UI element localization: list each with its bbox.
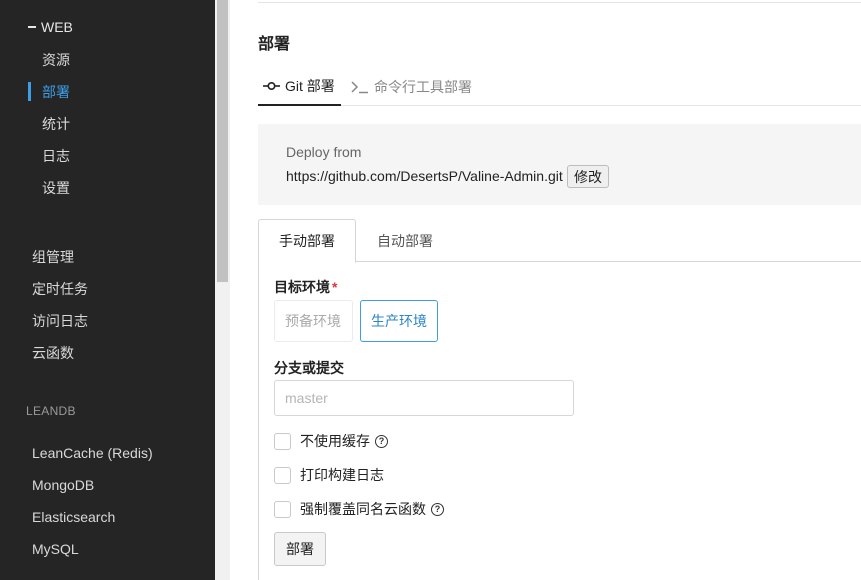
print-build-log-checkbox[interactable] <box>274 466 291 484</box>
tab-label: 命令行工具部署 <box>374 79 472 95</box>
sidebar-group-label: WEB <box>41 19 73 35</box>
main-content: 部署 Git 部署 命令行工具部署 Deploy from https://gi… <box>230 0 861 580</box>
sidebar-item-elasticsearch[interactable]: Elasticsearch <box>32 509 115 525</box>
tab-git-deploy[interactable]: Git 部署 <box>258 68 341 106</box>
sidebar-item-access-logs[interactable]: 访问日志 <box>32 311 88 331</box>
sidebar-item-leancache[interactable]: LeanCache (Redis) <box>32 445 153 461</box>
force-overwrite-label: 强制覆盖同名云函数 <box>300 501 426 517</box>
sidebar-item-settings[interactable]: 设置 <box>42 178 70 198</box>
sidebar-item-deploy[interactable]: 部署 <box>42 82 70 102</box>
no-cache-label: 不使用缓存 <box>300 433 370 449</box>
sidebar-item-stats[interactable]: 统计 <box>42 114 70 134</box>
page-title: 部署 <box>258 36 291 53</box>
branch-label: 分支或提交 <box>274 360 344 376</box>
print-build-log-label: 打印构建日志 <box>300 467 384 483</box>
deploy-mode-tabs: 手动部署 自动部署 <box>258 219 861 263</box>
target-env-label-text: 目标环境 <box>274 279 330 295</box>
print-build-log-option[interactable]: 打印构建日志 <box>274 465 384 485</box>
deploy-from-label: Deploy from <box>286 144 362 160</box>
sidebar-item-logs[interactable]: 日志 <box>42 146 70 166</box>
edit-repository-button[interactable]: 修改 <box>567 165 609 188</box>
git-commit-icon <box>263 81 280 91</box>
env-staging-option[interactable]: 预备环境 <box>274 300 353 342</box>
tab-auto-deploy[interactable]: 自动部署 <box>356 219 454 262</box>
help-icon[interactable]: ? <box>431 502 444 516</box>
target-env-label: 目标环境 * <box>274 277 337 297</box>
sidebar-section-leandb: LEANDB <box>26 404 76 418</box>
sidebar: WEB 资源 部署 统计 日志 设置 组管理 定时任务 访问日志 云函数 LEA… <box>0 0 215 580</box>
required-mark: * <box>332 279 338 295</box>
tab-cli-deploy[interactable]: 命令行工具部署 <box>351 68 472 106</box>
deploy-method-tabs: Git 部署 命令行工具部署 <box>258 68 861 106</box>
active-indicator <box>28 82 31 101</box>
force-overwrite-checkbox[interactable] <box>274 500 291 518</box>
terminal-icon <box>351 81 368 94</box>
deploy-source-panel: Deploy from https://github.com/DesertsP/… <box>258 124 861 205</box>
no-cache-checkbox[interactable] <box>274 432 291 450</box>
sidebar-item-cloud-functions[interactable]: 云函数 <box>32 343 74 363</box>
sidebar-group-web[interactable]: WEB <box>28 19 73 35</box>
env-production-option[interactable]: 生产环境 <box>360 300 438 342</box>
tab-label: Git 部署 <box>285 78 335 94</box>
force-overwrite-option[interactable]: 强制覆盖同名云函数 ? <box>274 499 444 519</box>
sidebar-item-mysql[interactable]: MySQL <box>32 541 79 557</box>
sidebar-item-resources[interactable]: 资源 <box>42 50 70 70</box>
branch-input[interactable] <box>274 380 574 416</box>
tab-manual-deploy[interactable]: 手动部署 <box>258 219 356 263</box>
help-icon[interactable]: ? <box>375 434 388 448</box>
collapse-icon <box>28 26 36 28</box>
sidebar-item-groups[interactable]: 组管理 <box>32 247 74 267</box>
sidebar-item-cron[interactable]: 定时任务 <box>32 279 88 299</box>
divider <box>258 2 861 3</box>
deploy-button[interactable]: 部署 <box>274 532 326 566</box>
sidebar-item-mongodb[interactable]: MongoDB <box>32 477 94 493</box>
manual-deploy-form: 目标环境* 预备环境 生产环境 分支或提交 不使用缓存 ? 打印构建日志 强制覆… <box>258 262 861 580</box>
no-cache-option[interactable]: 不使用缓存 ? <box>274 431 388 451</box>
repository-url: https://github.com/DesertsP/Valine-Admin… <box>286 168 563 184</box>
sidebar-scrollbar-thumb[interactable] <box>217 0 228 282</box>
